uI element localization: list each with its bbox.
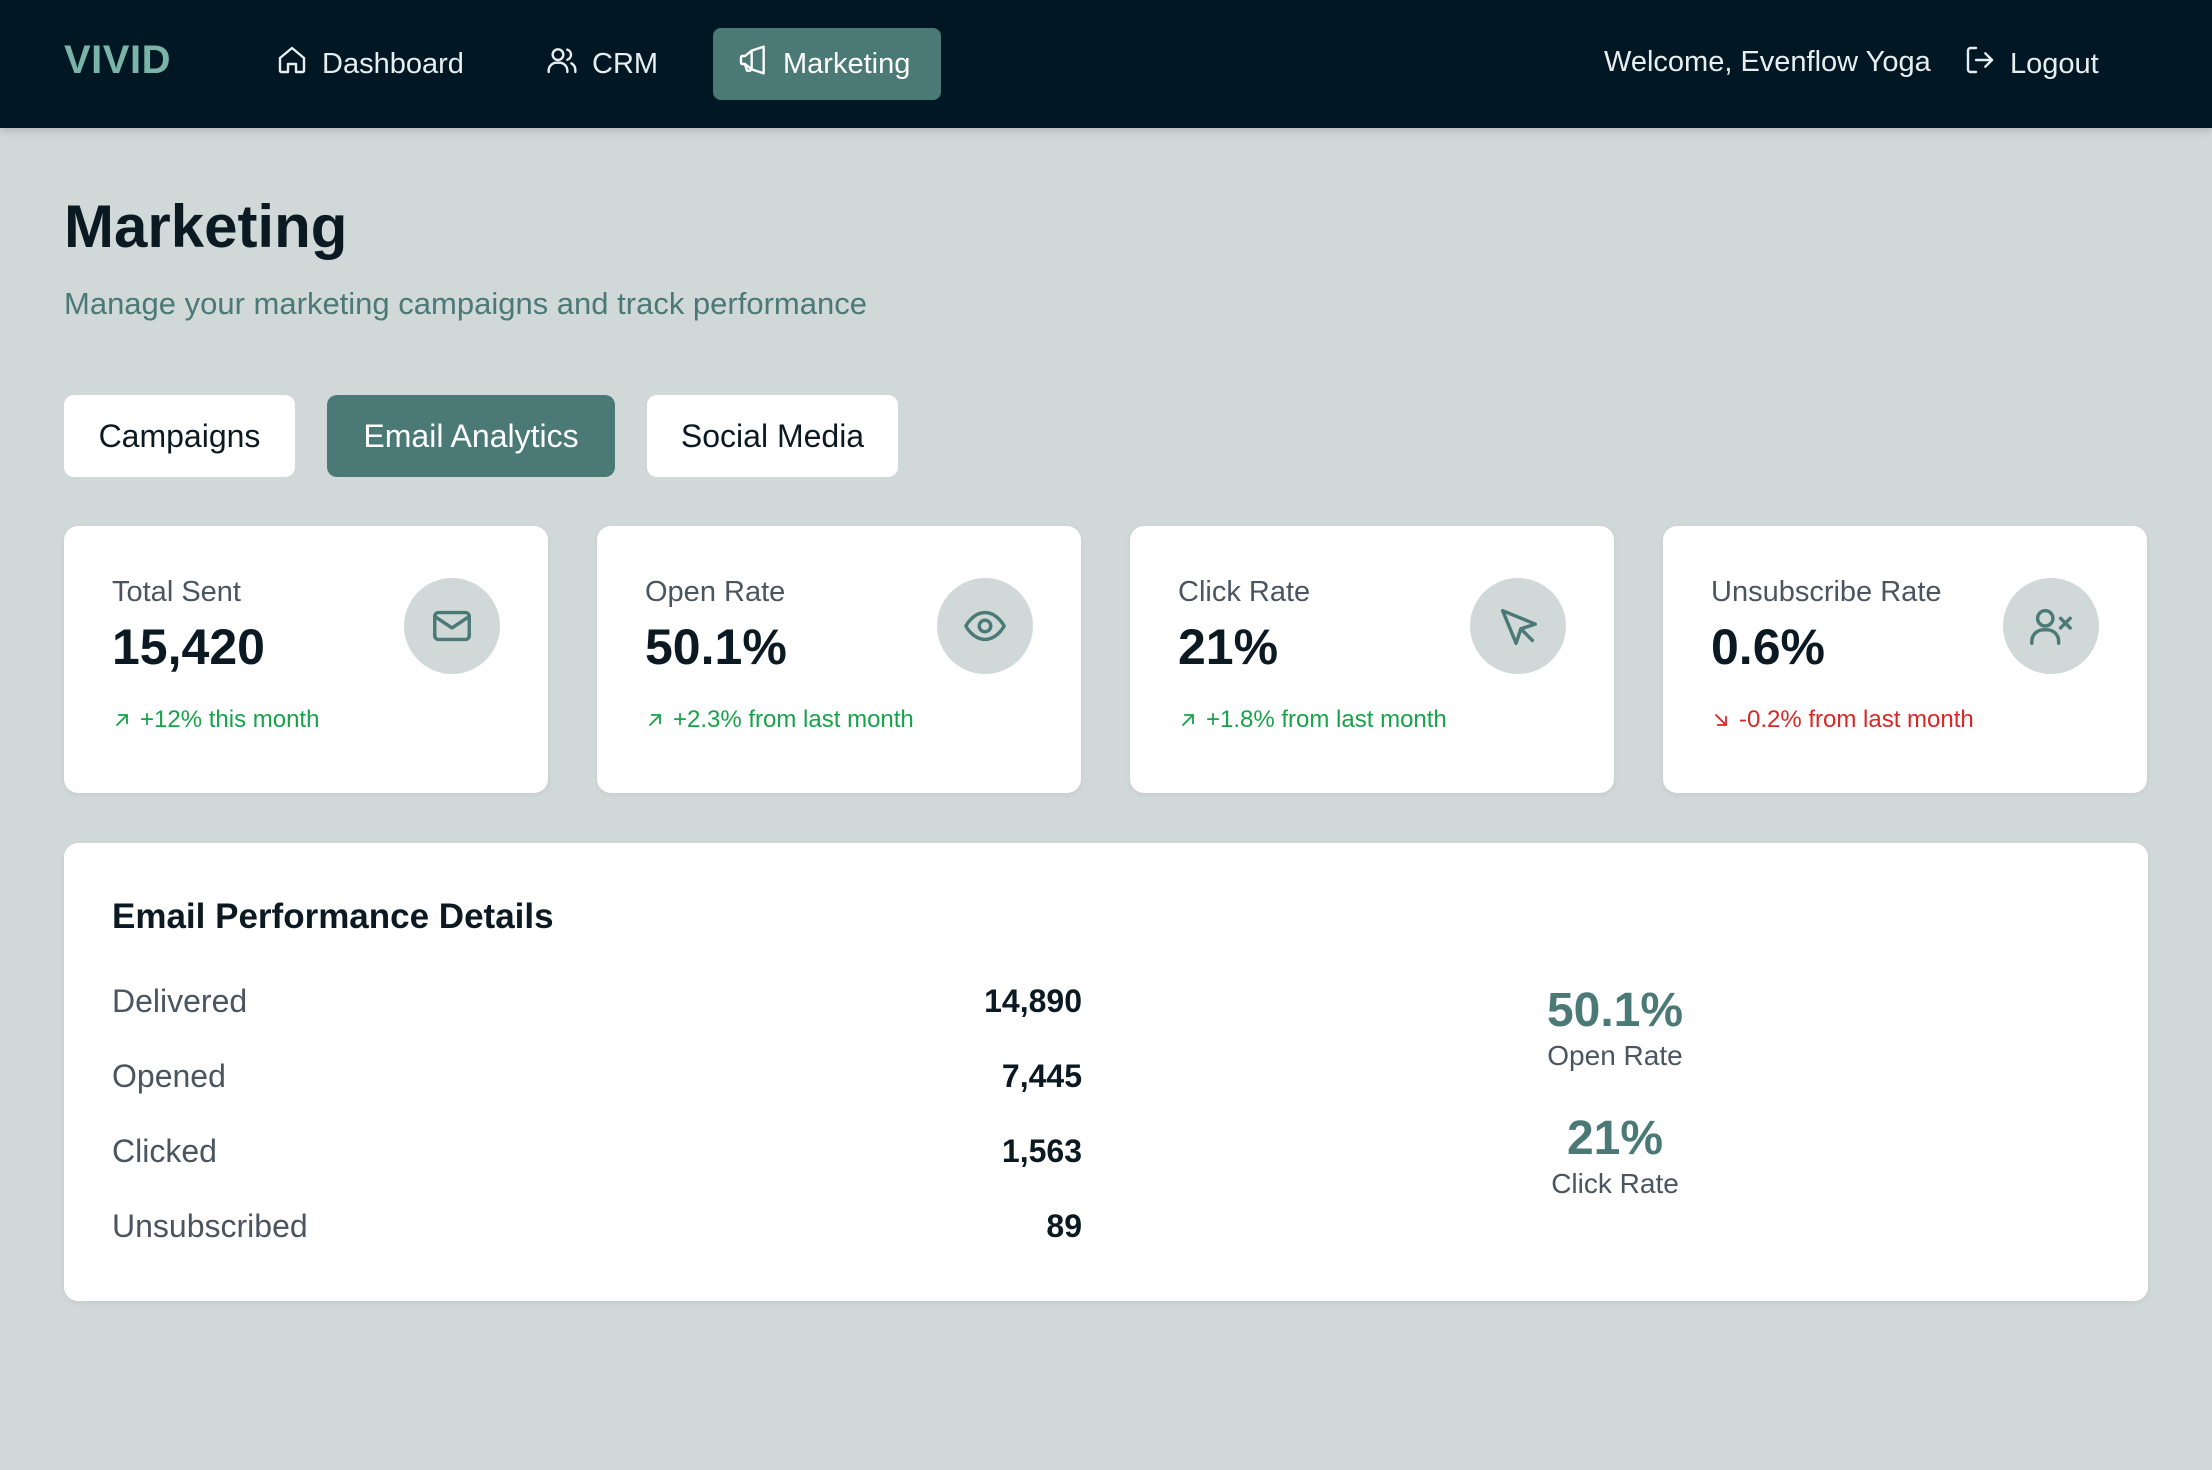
stat-change: -0.2% from last month xyxy=(1711,706,1974,734)
detail-label: Clicked xyxy=(112,1133,217,1169)
tab-campaigns[interactable]: Campaigns xyxy=(64,395,295,477)
megaphone-icon xyxy=(737,44,769,84)
stat-change-text: +12% this month xyxy=(140,706,320,733)
stat-value: 21% xyxy=(1178,619,1279,675)
detail-label: Delivered xyxy=(112,983,248,1019)
detail-value: 89 xyxy=(1046,1208,1082,1244)
summary-click-rate: 21% Click Rate xyxy=(1465,1111,1765,1200)
mail-icon xyxy=(404,578,500,674)
logout-icon xyxy=(1964,44,1996,84)
eye-icon xyxy=(937,578,1033,674)
detail-row-clicked: Clicked 1,563 xyxy=(112,1133,1082,1177)
tab-label: Social Media xyxy=(680,417,865,454)
stat-change: +12% this month xyxy=(112,706,319,734)
brand-logo[interactable]: VIVID xyxy=(64,38,171,83)
stat-label: Open Rate xyxy=(645,576,786,608)
detail-label: Unsubscribed xyxy=(112,1208,308,1244)
page-title: Marketing xyxy=(64,193,348,260)
section-title: Email Performance Details xyxy=(112,897,554,936)
stat-change: +1.8% from last month xyxy=(1178,706,1447,734)
stat-label: Unsubscribe Rate xyxy=(1711,576,1942,608)
tab-label: Campaigns xyxy=(98,417,261,454)
stat-card-click-rate: Click Rate 21% +1.8% from last month xyxy=(1130,526,1614,793)
summary-open-rate: 50.1% Open Rate xyxy=(1465,983,1765,1072)
logout-button[interactable]: Logout xyxy=(1964,28,2099,100)
home-icon xyxy=(276,44,308,84)
nav-item-label: CRM xyxy=(592,47,659,80)
stat-change: +2.3% from last month xyxy=(645,706,914,734)
detail-value: 7,445 xyxy=(1001,1058,1082,1094)
trend-down-icon xyxy=(1715,714,1727,726)
nav-item-label: Dashboard xyxy=(322,47,464,80)
trend-up-icon xyxy=(649,714,661,726)
summary-label: Open Rate xyxy=(1547,1040,1683,1071)
nav-item-dashboard[interactable]: Dashboard xyxy=(252,28,488,100)
users-icon xyxy=(546,44,578,84)
stat-value: 15,420 xyxy=(112,619,265,675)
detail-row-delivered: Delivered 14,890 xyxy=(112,983,1082,1027)
summary-value: 21% xyxy=(1566,1112,1664,1165)
summary-value: 50.1% xyxy=(1546,984,1684,1037)
stat-label: Click Rate xyxy=(1178,576,1311,608)
cursor-icon xyxy=(1470,578,1566,674)
tab-label: Email Analytics xyxy=(363,417,579,454)
user-remove-icon xyxy=(2003,578,2099,674)
stat-card-total-sent: Total Sent 15,420 +12% this month xyxy=(64,526,548,793)
detail-row-opened: Opened 7,445 xyxy=(112,1058,1082,1102)
nav-item-marketing[interactable]: Marketing xyxy=(713,28,941,100)
logout-label: Logout xyxy=(2010,47,2099,80)
welcome-message: Welcome, Evenflow Yoga xyxy=(1604,46,1931,78)
stat-card-open-rate: Open Rate 50.1% +2.3% from last month xyxy=(597,526,1081,793)
tab-email-analytics[interactable]: Email Analytics xyxy=(327,395,615,477)
summary-label: Click Rate xyxy=(1551,1168,1679,1199)
stat-change-text: +2.3% from last month xyxy=(673,706,914,733)
stat-change-text: +1.8% from last month xyxy=(1206,706,1447,733)
top-navbar: VIVID Dashboard CRM Marketing Welcome, E… xyxy=(0,0,2212,128)
email-performance-panel: Email Performance Details Delivered 14,8… xyxy=(64,843,2148,1301)
detail-label: Opened xyxy=(112,1058,226,1094)
detail-value: 14,890 xyxy=(984,983,1082,1019)
stat-change-text: -0.2% from last month xyxy=(1739,706,1974,733)
trend-up-icon xyxy=(1182,714,1194,726)
stat-card-unsubscribe-rate: Unsubscribe Rate 0.6% -0.2% from last mo… xyxy=(1663,526,2147,793)
detail-value: 1,563 xyxy=(1001,1133,1082,1169)
nav-item-label: Marketing xyxy=(783,47,911,80)
stat-label: Total Sent xyxy=(112,576,241,608)
page-subtitle: Manage your marketing campaigns and trac… xyxy=(64,286,867,321)
tab-social-media[interactable]: Social Media xyxy=(647,395,898,477)
stat-value: 50.1% xyxy=(645,619,787,675)
trend-up-icon xyxy=(116,714,128,726)
detail-row-unsubscribed: Unsubscribed 89 xyxy=(112,1208,1082,1252)
stat-value: 0.6% xyxy=(1711,619,1825,675)
nav-item-crm[interactable]: CRM xyxy=(522,28,682,100)
